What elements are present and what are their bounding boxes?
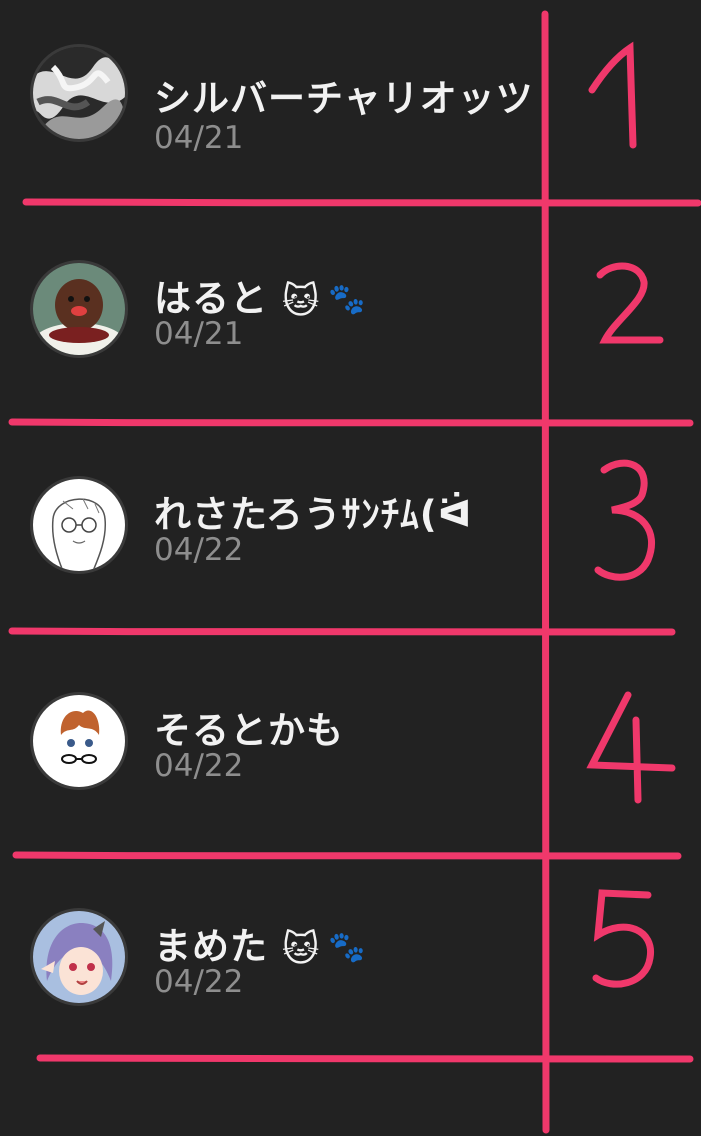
annotation-divider: [8, 627, 676, 636]
annotation-divider: [22, 198, 701, 207]
annotation-divider: [12, 851, 682, 860]
annotation-number-4: [586, 691, 676, 804]
annotation-vertical-line: [541, 10, 550, 1134]
annotation-number-5: [592, 889, 654, 988]
annotation-divider: [8, 418, 694, 427]
annotation-number-1: [588, 41, 637, 149]
annotation-number-2: [596, 262, 664, 344]
annotation-overlay: [8, 10, 701, 1134]
annotation-divider: [36, 1054, 694, 1063]
annotation-number-3: [594, 459, 656, 581]
